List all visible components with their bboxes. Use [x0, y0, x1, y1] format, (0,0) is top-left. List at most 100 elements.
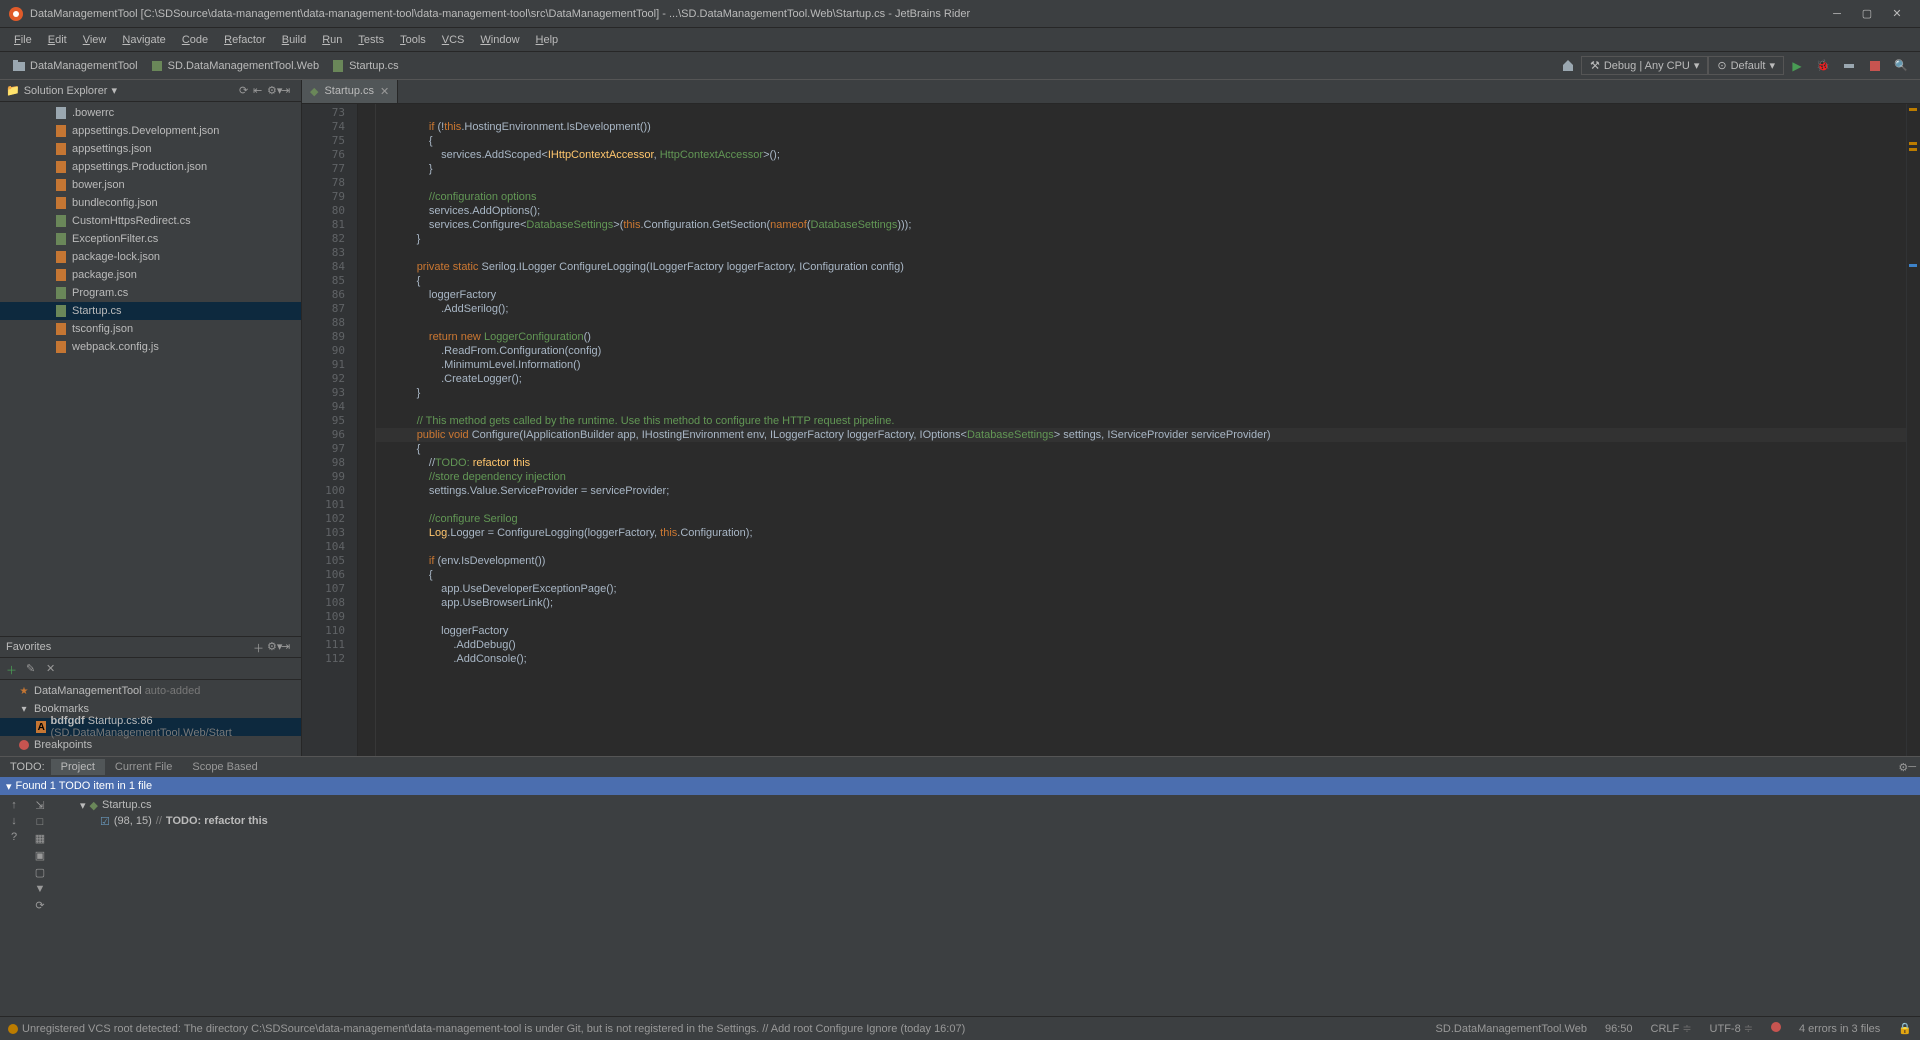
- code-line[interactable]: //store dependency injection: [376, 470, 1906, 484]
- tree-item-bundleconfig-json[interactable]: bundleconfig.json: [0, 194, 301, 212]
- crumb-file[interactable]: Startup.cs: [325, 57, 405, 75]
- line-number[interactable]: 76: [302, 148, 357, 162]
- code-line[interactable]: private static Serilog.ILogger Configure…: [376, 260, 1906, 274]
- line-number[interactable]: 104: [302, 540, 357, 554]
- tree-item-package-lock-json[interactable]: package-lock.json: [0, 248, 301, 266]
- code-line[interactable]: settings.Value.ServiceProvider = service…: [376, 484, 1906, 498]
- line-number[interactable]: 78: [302, 176, 357, 190]
- build-icon[interactable]: [1557, 55, 1579, 77]
- code-line[interactable]: loggerFactory: [376, 624, 1906, 638]
- debug-button[interactable]: 🐞: [1812, 55, 1834, 77]
- next-todo-button[interactable]: ↓: [11, 815, 17, 827]
- line-number[interactable]: 108: [302, 596, 357, 610]
- status-message[interactable]: Unregistered VCS root detected: The dire…: [22, 1023, 965, 1035]
- close-icon[interactable]: ✕: [380, 85, 389, 98]
- menu-vcs[interactable]: VCS: [434, 32, 473, 48]
- line-number[interactable]: A86: [302, 288, 357, 302]
- line-number[interactable]: 89: [302, 330, 357, 344]
- code-line[interactable]: loggerFactory: [376, 288, 1906, 302]
- line-number[interactable]: 103: [302, 526, 357, 540]
- preview-button[interactable]: ▢: [35, 866, 45, 879]
- hide-icon[interactable]: ⇥: [281, 640, 295, 654]
- crumb-module[interactable]: SD.DataManagementTool.Web: [144, 57, 325, 75]
- tree-item-webpack-config-js[interactable]: webpack.config.js: [0, 338, 301, 356]
- tree-item-appsettings-production-json[interactable]: appsettings.Production.json: [0, 158, 301, 176]
- code-line[interactable]: }: [376, 232, 1906, 246]
- line-number[interactable]: 102: [302, 512, 357, 526]
- menu-refactor[interactable]: Refactor: [216, 32, 274, 48]
- code-line[interactable]: }: [376, 386, 1906, 400]
- code-line[interactable]: .AddSerilog();: [376, 302, 1906, 316]
- group-button[interactable]: ▦: [35, 832, 45, 845]
- expand-button[interactable]: ⇲: [35, 799, 44, 812]
- todo-found-bar[interactable]: ▾ Found 1 TODO item in 1 file: [0, 777, 1920, 795]
- line-number[interactable]: 75: [302, 134, 357, 148]
- code-line[interactable]: {: [376, 442, 1906, 456]
- help-button[interactable]: ?: [11, 831, 17, 843]
- line-number[interactable]: 106: [302, 568, 357, 582]
- line-number[interactable]: 92: [302, 372, 357, 386]
- menu-code[interactable]: Code: [174, 32, 216, 48]
- todo-file-row[interactable]: ▾ ◆ Startup.cs: [56, 797, 1916, 813]
- menu-run[interactable]: Run: [314, 32, 350, 48]
- line-number[interactable]: 101: [302, 498, 357, 512]
- prev-todo-button[interactable]: ↑: [11, 799, 17, 811]
- add-fav-button[interactable]: ＋: [6, 662, 20, 676]
- code-line[interactable]: services.AddScoped<IHttpContextAccessor,…: [376, 148, 1906, 162]
- line-number[interactable]: 81: [302, 218, 357, 232]
- code-line[interactable]: //TODO: refactor this: [376, 456, 1906, 470]
- line-number[interactable]: 82: [302, 232, 357, 246]
- maximize-button[interactable]: ▢: [1852, 3, 1882, 25]
- line-number[interactable]: 109: [302, 610, 357, 624]
- line-number[interactable]: 80: [302, 204, 357, 218]
- tree-item-bower-json[interactable]: bower.json: [0, 176, 301, 194]
- line-number[interactable]: 100: [302, 484, 357, 498]
- solution-tree[interactable]: .bowerrcappsettings.Development.jsonapps…: [0, 102, 301, 636]
- line-number[interactable]: 99: [302, 470, 357, 484]
- menu-window[interactable]: Window: [472, 32, 527, 48]
- line-number[interactable]: 79: [302, 190, 357, 204]
- chevron-down-icon[interactable]: ▾: [111, 84, 117, 97]
- code-line[interactable]: {: [376, 274, 1906, 288]
- code-line[interactable]: // This method gets called by the runtim…: [376, 414, 1906, 428]
- tree-item-startup-cs[interactable]: Startup.cs: [0, 302, 301, 320]
- minimize-button[interactable]: ─: [1822, 3, 1852, 25]
- menu-help[interactable]: Help: [528, 32, 567, 48]
- code-line[interactable]: [376, 540, 1906, 554]
- tree-item-customhttpsredirect-cs[interactable]: CustomHttpsRedirect.cs: [0, 212, 301, 230]
- code-line[interactable]: [376, 400, 1906, 414]
- menu-file[interactable]: File: [6, 32, 40, 48]
- line-number[interactable]: 84: [302, 260, 357, 274]
- code-line[interactable]: Log.Logger = ConfigureLogging(loggerFact…: [376, 526, 1906, 540]
- refresh-button[interactable]: ⟳: [35, 899, 44, 912]
- sync-icon[interactable]: ⟳: [239, 84, 253, 98]
- tree-item-package-json[interactable]: package.json: [0, 266, 301, 284]
- stop-button[interactable]: [1864, 55, 1886, 77]
- line-number[interactable]: 73: [302, 106, 357, 120]
- line-number[interactable]: 87: [302, 302, 357, 316]
- status-position[interactable]: 96:50: [1605, 1023, 1633, 1035]
- line-number[interactable]: 88: [302, 316, 357, 330]
- status-errors[interactable]: 4 errors in 3 files: [1799, 1023, 1880, 1035]
- menu-build[interactable]: Build: [274, 32, 314, 48]
- fold-column[interactable]: [358, 104, 376, 756]
- warning-stripe-mark[interactable]: [1909, 142, 1917, 145]
- code-line[interactable]: public void Configure(IApplicationBuilde…: [376, 428, 1906, 442]
- favorites-tree[interactable]: ★DataManagementTool auto-added▾Bookmarks…: [0, 680, 301, 756]
- line-number[interactable]: 97: [302, 442, 357, 456]
- todo-tab-project[interactable]: Project: [51, 759, 105, 775]
- code-line[interactable]: {: [376, 568, 1906, 582]
- warning-icon[interactable]: [8, 1024, 18, 1034]
- run-button[interactable]: ▶: [1786, 55, 1808, 77]
- status-line-ending[interactable]: CRLF: [1651, 1023, 1680, 1035]
- tree-item-exceptionfilter-cs[interactable]: ExceptionFilter.cs: [0, 230, 301, 248]
- code-line[interactable]: .MinimumLevel.Information(): [376, 358, 1906, 372]
- todo-tab-current-file[interactable]: Current File: [105, 759, 182, 775]
- line-number[interactable]: 107: [302, 582, 357, 596]
- line-number[interactable]: 111: [302, 638, 357, 652]
- line-number[interactable]: 83: [302, 246, 357, 260]
- menu-edit[interactable]: Edit: [40, 32, 75, 48]
- line-number[interactable]: 94: [302, 400, 357, 414]
- code-line[interactable]: app.UseDeveloperExceptionPage();: [376, 582, 1906, 596]
- code-line[interactable]: [376, 106, 1906, 120]
